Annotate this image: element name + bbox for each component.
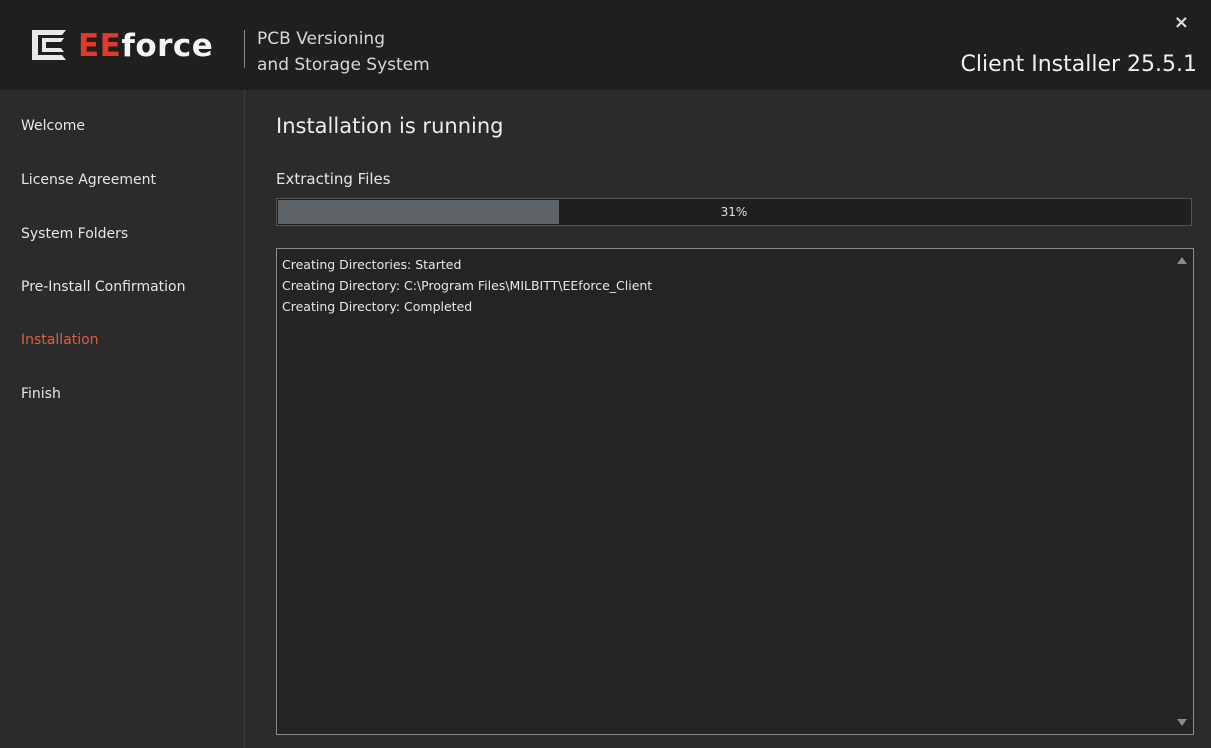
sidebar-item-finish[interactable]: Finish (21, 386, 61, 402)
current-step-label: Extracting Files (276, 170, 391, 188)
progress-bar: 31% (276, 198, 1192, 226)
logo-divider (244, 30, 245, 68)
log-line: Creating Directory: Completed (282, 299, 473, 314)
sidebar-item-installation[interactable]: Installation (21, 332, 99, 348)
installation-log[interactable]: Creating Directories: Started Creating D… (276, 248, 1194, 735)
close-icon[interactable]: × (1174, 12, 1189, 33)
log-lines: Creating Directories: Started Creating D… (282, 254, 1169, 317)
page-title: Installation is running (276, 114, 504, 138)
product-tagline: PCB Versioning and Storage System (257, 26, 430, 78)
tagline-line-2: and Storage System (257, 55, 430, 75)
log-scrollbar[interactable] (1173, 249, 1193, 734)
installer-title: Client Installer 25.5.1 (960, 52, 1197, 77)
sidebar-item-pre-install-confirmation[interactable]: Pre-Install Confirmation (21, 279, 185, 295)
sidebar-item-license-agreement[interactable]: License Agreement (21, 172, 156, 188)
sidebar-item-welcome[interactable]: Welcome (21, 118, 85, 134)
scroll-up-icon[interactable] (1177, 257, 1187, 264)
steps-sidebar: Welcome License Agreement System Folders… (0, 90, 245, 748)
sidebar-item-system-folders[interactable]: System Folders (21, 226, 128, 242)
eeforce-logo-text: EEforce (78, 28, 214, 64)
log-line: Creating Directory: C:\Program Files\MIL… (282, 278, 653, 293)
title-bar: EEforce PCB Versioning and Storage Syste… (0, 0, 1211, 90)
log-line: Creating Directories: Started (282, 257, 462, 272)
eeforce-logo-icon (32, 30, 66, 60)
scroll-down-icon[interactable] (1177, 719, 1187, 726)
tagline-line-1: PCB Versioning (257, 29, 385, 49)
progress-percent: 31% (720, 205, 748, 219)
